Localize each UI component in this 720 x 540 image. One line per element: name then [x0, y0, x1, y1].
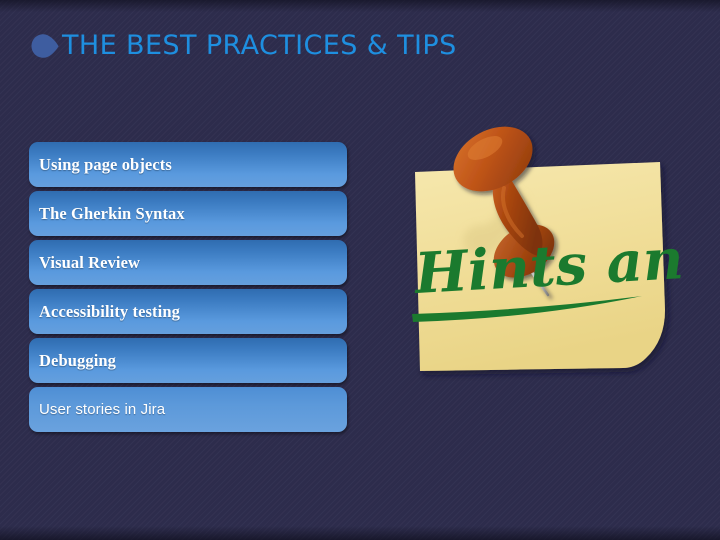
bullet-box-the-gherkin-syntax[interactable]: The Gherkin Syntax — [29, 191, 347, 236]
bullet-box-accessibility-testing[interactable]: Accessibility testing — [29, 289, 347, 334]
bullet-box-label: The Gherkin Syntax — [39, 203, 185, 223]
bullet-box-list: Using page objects The Gherkin Syntax Vi… — [29, 142, 347, 436]
page-title-text: THE BEST PRACTICES & TIPS — [62, 30, 457, 61]
bullet-box-using-page-objects[interactable]: Using page objects — [29, 142, 347, 187]
slide-canvas: THE BEST PRACTICES & TIPS Using page obj… — [0, 0, 720, 540]
bullet-box-visual-review[interactable]: Visual Review — [29, 240, 347, 285]
bullet-box-label: Accessibility testing — [39, 301, 180, 321]
sticky-note-image: Hints and Tips — [384, 96, 684, 396]
page-title: THE BEST PRACTICES & TIPS — [30, 32, 457, 59]
bullet-box-user-stories-in-jira[interactable]: User stories in Jira — [29, 387, 347, 432]
leaf-bullet-icon — [31, 33, 59, 58]
bullet-box-debugging[interactable]: Debugging — [29, 338, 347, 383]
bullet-box-label: Visual Review — [39, 252, 141, 272]
bullet-box-label: Debugging — [39, 350, 117, 370]
bullet-box-label: Using page objects — [39, 154, 172, 174]
bullet-box-label: User stories in Jira — [39, 401, 166, 418]
